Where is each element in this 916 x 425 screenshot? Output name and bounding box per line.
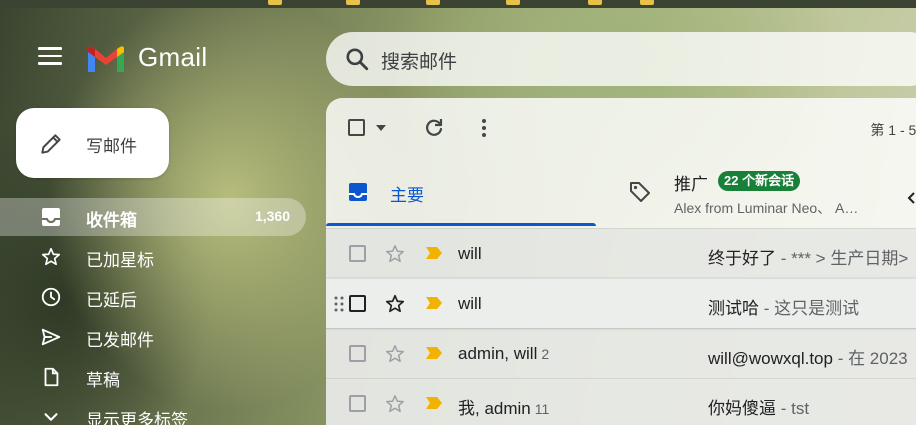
app-title: Gmail (138, 42, 208, 72)
more-options-icon[interactable] (472, 116, 496, 140)
chevron-down-icon (44, 413, 58, 421)
clock-icon (41, 287, 61, 307)
inbox-tab-icon (349, 183, 367, 201)
email-subject: will@wowxql.top (708, 349, 833, 368)
row-checkbox[interactable] (349, 295, 366, 312)
email-snippet: - tst (776, 399, 810, 418)
refresh-icon[interactable] (422, 116, 446, 140)
select-all-checkbox[interactable] (348, 116, 390, 140)
compose-label: 写邮件 (86, 137, 137, 156)
email-sender: will (458, 294, 482, 314)
active-tab-indicator (326, 223, 596, 226)
sidebar-item-label: 已发邮件 (86, 331, 154, 350)
star-icon[interactable] (384, 293, 406, 315)
sidebar-item-starred[interactable]: 已加星标 (0, 238, 306, 276)
tab-label: 主要 (390, 186, 424, 205)
tab-primary[interactable]: 主要 (326, 156, 596, 226)
email-sender: admin, will 2 (458, 344, 549, 364)
sidebar-item-more[interactable]: 显示更多标签 (0, 398, 306, 425)
sender-name: will (458, 244, 482, 263)
mail-list-panel: 第 1 - 50 行 主要 推广 22 个新会话 Alex from Lumin… (326, 98, 916, 425)
unread-count: 1,360 (254, 208, 290, 224)
sidebar-item-sent[interactable]: 已发邮件 (0, 318, 306, 356)
scroll-arrow-icon[interactable] (906, 190, 916, 210)
sidebar-item-snoozed[interactable]: 已延后 (0, 278, 306, 316)
sidebar-item-label: 已延后 (86, 291, 137, 310)
sidebar-item-label: 草稿 (86, 371, 120, 390)
search-bar[interactable]: 搜索邮件 (326, 32, 916, 86)
important-marker-icon[interactable] (426, 247, 442, 259)
row-checkbox[interactable] (349, 245, 366, 262)
drag-handle-icon[interactable] (334, 296, 344, 312)
email-row[interactable]: admin, will 2 will@wowxql.top - 在 2023 (326, 328, 916, 378)
email-snippet: - 在 2023 (832, 349, 908, 368)
star-icon[interactable] (384, 393, 406, 415)
draft-icon (44, 367, 59, 387)
tab-promotions[interactable]: 推广 22 个新会话 Alex from Luminar Neo、 A… (616, 156, 916, 226)
search-input[interactable]: 搜索邮件 (381, 47, 457, 74)
email-row[interactable]: 我, admin 11 你妈傻逼 - tst (326, 378, 916, 425)
email-row[interactable]: will 终于好了 - *** > 生产日期> (326, 228, 916, 278)
sidebar-item-drafts[interactable]: 草稿 (0, 358, 306, 396)
email-sender: will (458, 244, 482, 264)
email-subject-line: will@wowxql.top - 在 2023 (708, 344, 908, 369)
sidebar-item-label: 收件箱 (86, 211, 137, 230)
row-checkbox[interactable] (349, 395, 366, 412)
search-icon[interactable] (344, 46, 370, 72)
email-subject: 你妈傻逼 (708, 399, 776, 418)
gmail-logo-icon[interactable] (86, 42, 126, 74)
sender-name: will (458, 294, 482, 313)
email-subject-line: 你妈傻逼 - tst (708, 394, 809, 419)
tab-senders-preview: Alex from Luminar Neo、 A… (674, 200, 859, 216)
pencil-icon (41, 134, 61, 154)
email-sender: 我, admin 11 (458, 394, 549, 419)
sidebar-item-label: 已加星标 (86, 251, 154, 270)
email-row[interactable]: will 测试哈 - 这只是测试 (326, 278, 916, 328)
sidebar-item-inbox[interactable]: 收件箱 1,360 (0, 198, 306, 236)
bookmarks-bar (0, 0, 916, 8)
sidebar-item-label: 显示更多标签 (86, 411, 188, 425)
star-icon[interactable] (384, 243, 406, 265)
important-marker-icon[interactable] (426, 397, 442, 409)
new-conversations-badge: 22 个新会话 (718, 171, 801, 191)
compose-button[interactable]: 写邮件 (16, 108, 169, 178)
important-marker-icon[interactable] (426, 347, 442, 359)
tag-icon (630, 182, 650, 202)
caret-down-icon[interactable] (376, 125, 386, 131)
email-subject-line: 测试哈 - 这只是测试 (708, 294, 859, 319)
important-marker-icon[interactable] (426, 297, 442, 309)
tab-label: 推广 (674, 175, 708, 194)
email-snippet: - *** > 生产日期> (776, 249, 909, 268)
star-icon (41, 247, 61, 266)
star-icon[interactable] (384, 343, 406, 365)
send-icon (41, 328, 61, 346)
sender-name: 我, admin (458, 399, 531, 418)
email-subject-line: 终于好了 - *** > 生产日期> (708, 244, 908, 269)
inbox-icon (42, 208, 60, 226)
sender-name: admin, will (458, 344, 538, 363)
email-snippet: - 这只是测试 (759, 299, 860, 318)
main-menu-icon[interactable] (38, 47, 64, 69)
email-subject: 终于好了 (708, 249, 776, 268)
thread-count: 2 (541, 346, 550, 362)
email-subject: 测试哈 (708, 299, 759, 318)
pagination-text[interactable]: 第 1 - 50 行 (870, 120, 916, 140)
row-checkbox[interactable] (349, 345, 366, 362)
thread-count: 11 (534, 401, 550, 417)
